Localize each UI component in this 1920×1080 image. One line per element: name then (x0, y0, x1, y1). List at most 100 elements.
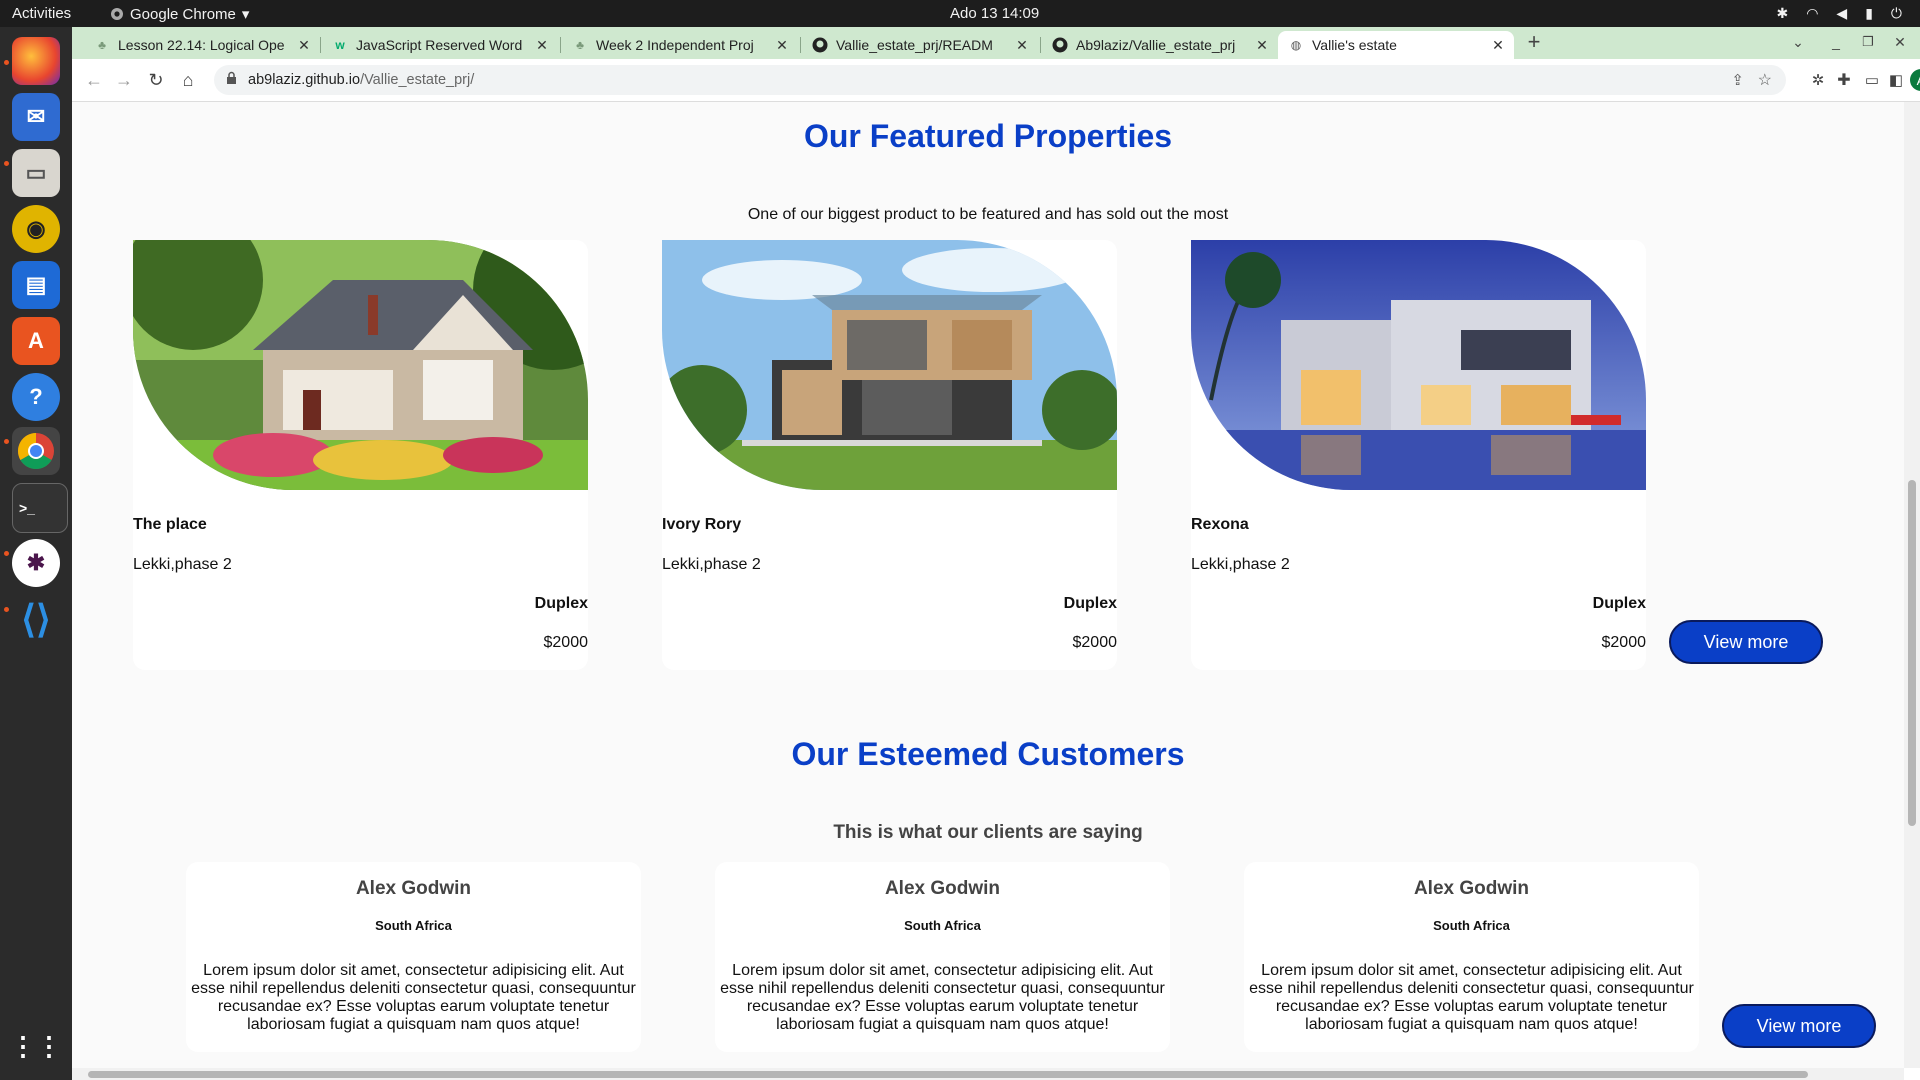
url-host: ab9laziz.github.io (248, 72, 361, 88)
scrollbar-thumb[interactable] (88, 1071, 1808, 1078)
bookmark-star-icon[interactable]: ☆ (1758, 70, 1772, 90)
forward-icon[interactable]: → (112, 68, 136, 92)
side-panel-icon[interactable]: ◧ (1884, 68, 1908, 92)
running-indicator (4, 60, 9, 65)
firefox-icon[interactable] (12, 37, 60, 85)
property-type: Duplex (1063, 595, 1117, 612)
chrome-dock-icon[interactable] (12, 427, 60, 475)
share-icon[interactable]: ⇪ (1731, 71, 1744, 89)
help-icon[interactable]: ? (12, 373, 60, 421)
running-indicator (4, 607, 9, 612)
testimonial-text: Lorem ipsum dolor sit amet, consectetur … (720, 962, 1165, 1033)
app-name: Google Chrome (130, 5, 236, 23)
tab-divider (320, 37, 321, 53)
tab-repo[interactable]: Ab9laziz/Vallie_estate_prj ✕ (1042, 31, 1278, 59)
tab-strip: ♣ Lesson 22.14: Logical Ope ✕ w JavaScri… (72, 27, 1920, 59)
property-location: Lekki,phase 2 (133, 556, 232, 573)
minimize-icon[interactable]: _ (1824, 30, 1848, 54)
chrome-icon (111, 8, 123, 20)
property-card[interactable]: Ivory Rory Lekki,phase 2 Duplex $2000 (662, 240, 1117, 670)
profile-avatar[interactable]: A (1910, 69, 1920, 91)
testimonial-card: Alex Godwin South Africa Lorem ipsum dol… (186, 862, 641, 1052)
writer-icon[interactable]: ▤ (12, 261, 60, 309)
show-apps-icon[interactable]: ⋮⋮ (10, 1022, 62, 1070)
tab-label: Ab9laziz/Vallie_estate_prj (1076, 37, 1236, 53)
github-icon (812, 37, 828, 53)
close-icon[interactable]: ✕ (1012, 37, 1032, 54)
customer-name: Alex Godwin (355, 878, 472, 899)
browser-toolbar: ← → ↻ ⌂ ab9laziz.github.io/Vallie_estate… (72, 59, 1920, 102)
property-name: Rexona (1191, 516, 1249, 533)
caret-down-icon: ▾ (241, 6, 250, 23)
close-icon[interactable]: ✕ (294, 37, 314, 54)
system-tray[interactable]: ✱ ◠ ◀ ▮ ⏻ (1776, 5, 1902, 22)
close-icon[interactable]: ✕ (1252, 37, 1272, 54)
sprout-icon: ♣ (576, 38, 584, 52)
thunderbird-icon[interactable]: ✉ (12, 93, 60, 141)
testimonial-card: Alex Godwin South Africa Lorem ipsum dol… (715, 862, 1170, 1052)
restore-icon[interactable]: ❐ (1856, 30, 1880, 54)
horizontal-scrollbar[interactable] (72, 1068, 1904, 1080)
vscode-icon[interactable]: ⟨⟩ (12, 595, 60, 643)
home-icon[interactable]: ⌂ (176, 68, 200, 92)
view-more-properties-button[interactable]: View more (1669, 620, 1823, 664)
running-indicator (4, 551, 9, 556)
property-card[interactable]: Rexona Lekki,phase 2 Duplex $2000 (1191, 240, 1646, 670)
close-icon[interactable]: ✕ (772, 37, 792, 54)
testimonial-text: Lorem ipsum dolor sit amet, consectetur … (191, 962, 636, 1033)
close-icon[interactable]: ✕ (532, 37, 552, 54)
tab-label: JavaScript Reserved Word (356, 37, 523, 53)
tab-lesson[interactable]: ♣ Lesson 22.14: Logical Ope ✕ (84, 31, 320, 59)
app-menu[interactable]: Google Chrome ▾ (110, 5, 249, 23)
tab-search-icon[interactable]: ⌄ (1786, 30, 1810, 54)
view-more-customers-button[interactable]: View more (1722, 1004, 1876, 1048)
customers-title: Our Esteemed Customers (791, 736, 1185, 772)
activities-button[interactable]: Activities (12, 5, 71, 22)
customer-country: South Africa (375, 918, 452, 933)
page-viewport: Our Featured Properties One of our bigge… (72, 102, 1904, 1068)
tab-readme[interactable]: Vallie_estate_prj/READM ✕ (802, 31, 1038, 59)
url-text: ab9laziz.github.io/Vallie_estate_prj/ (248, 72, 474, 88)
clock[interactable]: Ado 13 14:09 (950, 5, 1039, 22)
slack-icon[interactable]: ✱ (12, 539, 60, 587)
property-location: Lekki,phase 2 (1191, 556, 1290, 573)
tab-js-reserved[interactable]: w JavaScript Reserved Word ✕ (322, 31, 558, 59)
extension-bug-icon[interactable]: ✲ (1806, 68, 1830, 92)
customer-name: Alex Godwin (884, 878, 1001, 899)
terminal-icon[interactable]: >_ (12, 483, 68, 533)
files-icon[interactable]: ▭ (12, 149, 60, 197)
window-close-icon[interactable]: ✕ (1888, 30, 1912, 54)
scrollbar-thumb[interactable] (1908, 480, 1916, 826)
github-icon (1052, 37, 1068, 53)
property-name: The place (133, 516, 207, 533)
address-bar[interactable]: ab9laziz.github.io/Vallie_estate_prj/ ⇪ … (214, 65, 1786, 95)
close-icon[interactable]: ✕ (1488, 37, 1508, 54)
reload-icon[interactable]: ↻ (144, 68, 168, 92)
featured-title: Our Featured Properties (803, 118, 1173, 154)
running-indicator (4, 439, 9, 444)
software-center-icon[interactable]: A (12, 317, 60, 365)
sprout-icon: ♣ (98, 38, 106, 52)
property-price: $2000 (1601, 634, 1647, 651)
tab-divider (800, 37, 801, 53)
customer-name: Alex Godwin (1413, 878, 1530, 899)
w3-icon: w (335, 38, 345, 52)
extensions-puzzle-icon[interactable]: ✚ (1832, 68, 1856, 92)
property-card[interactable]: The place Lekki,phase 2 Duplex $2000 (133, 240, 588, 670)
tab-label: Vallie's estate (1312, 37, 1397, 53)
property-type: Duplex (534, 595, 588, 612)
vertical-scrollbar[interactable] (1904, 102, 1920, 1068)
property-location: Lekki,phase 2 (662, 556, 761, 573)
back-icon[interactable]: ← (82, 68, 106, 92)
property-image (133, 240, 588, 490)
tab-label: Lesson 22.14: Logical Ope (118, 37, 285, 53)
property-type: Duplex (1592, 595, 1646, 612)
cast-icon[interactable]: ▭ (1860, 68, 1884, 92)
tab-vallies-estate[interactable]: ◍ Vallie's estate ✕ (1278, 31, 1514, 59)
tab-label: Week 2 Independent Proj (596, 37, 754, 53)
tab-week2[interactable]: ♣ Week 2 Independent Proj ✕ (562, 31, 798, 59)
property-image (1191, 240, 1646, 490)
rhythmbox-icon[interactable]: ◉ (12, 205, 60, 253)
url-path: /Vallie_estate_prj/ (360, 72, 475, 88)
new-tab-icon[interactable]: + (1522, 29, 1546, 54)
